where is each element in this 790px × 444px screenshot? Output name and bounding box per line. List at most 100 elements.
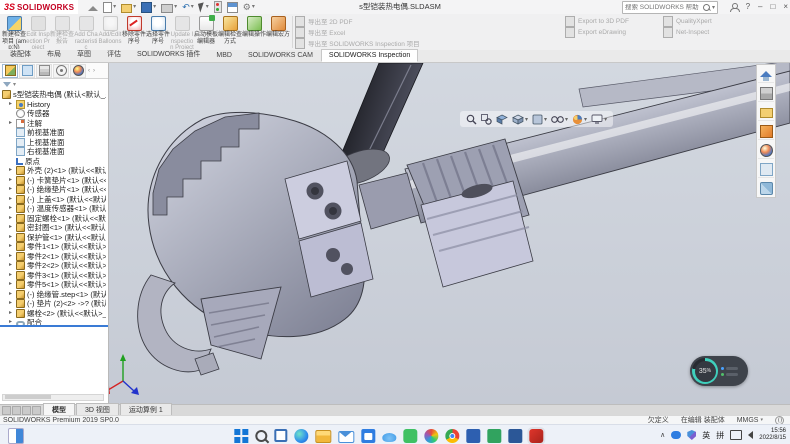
help-search-box[interactable]: ▾: [622, 1, 718, 14]
scrollbar-thumb[interactable]: [5, 395, 51, 399]
tree-filter[interactable]: ▾: [0, 79, 108, 89]
add-characteristic-button[interactable]: Add Characteristic: [74, 15, 98, 49]
solidworks-resources-tab[interactable]: [758, 66, 774, 83]
tree-item-component[interactable]: ▸(-) 上盖<1> (默认<<默认>_显示状态: [2, 195, 106, 205]
tree-root[interactable]: s型铠装热电偶 (默认<默认_显示状态-1: [2, 90, 106, 100]
taskbar-clock[interactable]: 15:56 2022/8/15: [759, 428, 786, 442]
tree-item-component[interactable]: ▸(-) 温度传感器<1> (默认<<默认>_显示: [2, 204, 106, 214]
tree-item-sensors[interactable]: 传感器: [2, 109, 106, 119]
graphics-viewport[interactable]: ▾ ▾ ▾ ▾ ▾ 35%: [109, 63, 790, 404]
expand-arrow-icon[interactable]: ▸: [9, 204, 16, 213]
view-orientation-button[interactable]: ▾: [512, 114, 528, 125]
edge-icon[interactable]: [294, 429, 308, 443]
expand-arrow-icon[interactable]: ▸: [9, 271, 16, 280]
taskbar-search-icon[interactable]: [255, 430, 267, 442]
net-inspect-button[interactable]: Net-Inspect: [663, 27, 712, 37]
speaker-icon[interactable]: [748, 431, 753, 439]
expand-arrow-icon[interactable]: ▸: [9, 214, 16, 223]
task-view-button[interactable]: [274, 429, 287, 442]
tree-horizontal-scrollbar[interactable]: [2, 394, 104, 401]
edit-inspection-methods-button[interactable]: 编辑检查方式: [218, 15, 242, 49]
save-button[interactable]: ▾: [141, 2, 156, 13]
export-excel-button[interactable]: 导出至 Excel: [295, 27, 420, 37]
help-search-input[interactable]: [623, 4, 703, 11]
minimize-button[interactable]: –: [758, 0, 762, 14]
add-edit-balloons-button[interactable]: Add/Edit Balloons: [98, 15, 122, 49]
expand-arrow-icon[interactable]: ▸: [9, 119, 16, 128]
security-shield-icon[interactable]: [687, 430, 696, 440]
store-icon[interactable]: [361, 429, 375, 443]
widgets-button[interactable]: [8, 428, 24, 444]
tree-item-component[interactable]: ▸固定螺栓<1> (默认<<默认>_显示状态: [2, 214, 106, 224]
launch-template-editor-button[interactable]: 启动模板编辑器: [194, 15, 218, 49]
zoom-to-area-button[interactable]: [481, 114, 492, 125]
custom-properties-tab[interactable]: [758, 161, 774, 178]
print-button[interactable]: ▾: [161, 2, 177, 13]
tray-chevron-icon[interactable]: ∧: [660, 431, 665, 439]
expand-arrow-icon[interactable]: ▸: [9, 195, 16, 204]
tree-item-component[interactable]: ▸(-) 垫片 (2)<2> ->? (默认<<默认>: [2, 299, 106, 309]
qualityxpert-button[interactable]: QualityXpert: [663, 16, 712, 26]
expand-arrow-icon[interactable]: ▸: [9, 223, 16, 232]
update-tab[interactable]: [758, 180, 774, 196]
tree-item-top-plane[interactable]: 上视基准面: [2, 138, 106, 148]
solidworks-taskbar-icon[interactable]: [529, 429, 543, 443]
select-button[interactable]: ▾: [199, 3, 209, 12]
search-icon[interactable]: [703, 4, 710, 11]
expand-arrow-icon[interactable]: ▸: [9, 166, 16, 175]
export-inspection-project-button[interactable]: 导出至 SOLIDWORKS Inspection 项目: [295, 38, 420, 48]
tab-mbd[interactable]: MBD: [208, 49, 240, 62]
tab-evaluate[interactable]: 评估: [99, 46, 129, 62]
zoom-overlay-widget[interactable]: 35%: [690, 356, 748, 386]
ime-indicator[interactable]: 拼: [716, 430, 724, 441]
tree-item-component[interactable]: ▸保护管<1> (默认<<默认>_显示状态: [2, 233, 106, 243]
tab-dimxpert[interactable]: [53, 64, 69, 78]
photos-icon[interactable]: [424, 429, 438, 443]
tree-item-annotations[interactable]: ▸注解: [2, 119, 106, 129]
tree-item-component[interactable]: ▸零件5<1> (默认<<默认>_显示状态: [2, 280, 106, 290]
wps-icon[interactable]: [487, 429, 501, 443]
expand-arrow-icon[interactable]: ▸: [9, 280, 16, 289]
units-selector[interactable]: MMGS▾: [737, 417, 763, 424]
word-icon[interactable]: [508, 429, 522, 443]
onedrive-icon[interactable]: [382, 433, 396, 442]
tree-item-component[interactable]: ▸(-) 卡簧垫片<1> (默认<<默认>_显示状: [2, 176, 106, 186]
tab-feature-tree[interactable]: [2, 64, 18, 78]
new-document-button[interactable]: ▾: [103, 2, 116, 13]
export-edrawing-button[interactable]: Export eDrawing: [565, 27, 629, 37]
home-button[interactable]: [88, 3, 98, 11]
tree-item-origin[interactable]: 原点: [2, 157, 106, 167]
tree-item-component[interactable]: ▸零件3<1> (默认<<默认>_显示状态: [2, 271, 106, 281]
expand-arrow-icon[interactable]: ▸: [9, 309, 16, 318]
update-inspection-project-button[interactable]: Update Inspection Project: [170, 15, 194, 49]
edit-operations-button[interactable]: 编辑操作: [242, 15, 266, 49]
chrome-icon[interactable]: [445, 429, 459, 443]
expand-arrow-icon[interactable]: ▸: [9, 261, 16, 270]
tree-item-component[interactable]: ▸零件1<1> (默认<<默认>_显示状态: [2, 242, 106, 252]
view-settings-button[interactable]: ▾: [591, 114, 607, 124]
sign-in-icon[interactable]: [730, 3, 738, 11]
view-palette-tab[interactable]: [758, 123, 774, 140]
tab-layout[interactable]: 布局: [39, 46, 69, 62]
display-style-button[interactable]: ▾: [532, 114, 547, 125]
edit-appearance-button[interactable]: ▾: [572, 114, 587, 125]
tree-item-history[interactable]: ▸History: [2, 100, 106, 110]
tree-item-component[interactable]: ▸(-) 绝缘管.step<1> (默认<<默认>_: [2, 290, 106, 300]
remove-balloons-button[interactable]: 移除零件序号: [122, 15, 146, 49]
close-button[interactable]: ×: [783, 0, 788, 14]
edit-inspection-project-button[interactable]: Edit Inspection Project: [26, 15, 50, 49]
edit-macro-button[interactable]: 编辑宏方: [266, 15, 290, 49]
display-settings-button[interactable]: [227, 2, 238, 13]
design-library-tab[interactable]: [758, 85, 774, 102]
export-2dpdf-button[interactable]: 导出至 2D PDF: [295, 16, 420, 26]
tree-item-component[interactable]: ▸零件2<2> (默认<<默认>_显示状态: [2, 261, 106, 271]
expand-arrow-icon[interactable]: ▸: [9, 176, 16, 185]
language-indicator[interactable]: 英: [702, 430, 710, 441]
panel-tabs-left-arrow[interactable]: ‹: [87, 68, 91, 74]
expand-arrow-icon[interactable]: ▸: [9, 242, 16, 251]
tab-configuration-manager[interactable]: [36, 64, 52, 78]
panel-tabs-right-arrow[interactable]: ›: [92, 68, 96, 74]
tree-item-front-plane[interactable]: 前视基准面: [2, 128, 106, 138]
wechat-icon[interactable]: [403, 429, 417, 443]
section-view-button[interactable]: [496, 114, 508, 125]
